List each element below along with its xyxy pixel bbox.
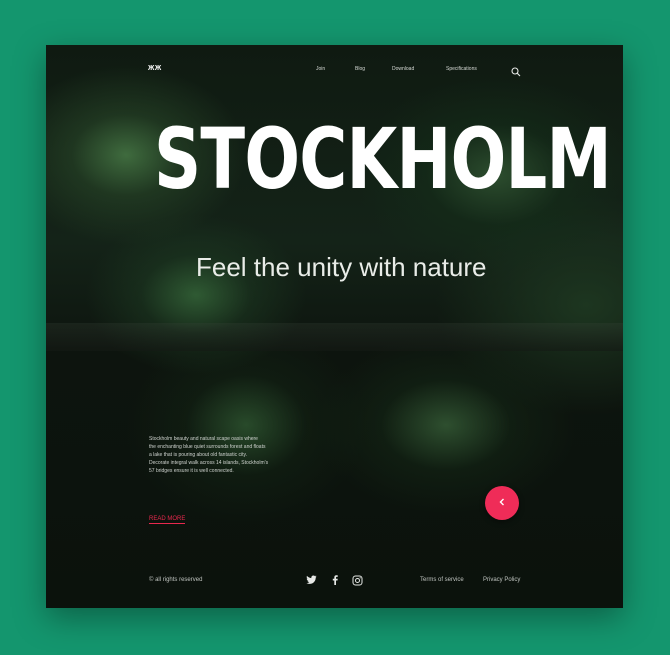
description-line: 57 bridges ensure it is well connected. <box>149 468 234 474</box>
forest-road <box>46 323 623 351</box>
nav-item-specifications[interactable]: Specifications <box>446 66 477 72</box>
copyright-text: © all rights reserved <box>149 577 203 583</box>
search-icon[interactable] <box>511 64 521 77</box>
description-line: Stockholm beauty and natural scape oasis… <box>149 436 258 442</box>
footer-link-privacy[interactable]: Privacy Policy <box>483 577 520 583</box>
logo[interactable]: ЖЖ <box>148 65 162 72</box>
instagram-icon[interactable] <box>350 573 364 587</box>
footer-link-terms[interactable]: Terms of service <box>420 577 464 583</box>
nav-item-blog[interactable]: Blog <box>355 66 365 72</box>
description-line: the enchanting blue quiet surrounds fore… <box>149 444 266 450</box>
page-title: STOCKHOLM <box>154 110 612 208</box>
chevron-left-icon <box>498 494 506 512</box>
hero-subtitle: Feel the unity with nature <box>196 252 487 282</box>
description-line: Decorate integral walk across 14 islands… <box>149 460 269 466</box>
read-more-link[interactable]: READ MORE <box>149 515 186 524</box>
description: Stockholm beauty and natural scape oasis… <box>149 435 309 475</box>
previous-button[interactable] <box>485 486 519 520</box>
hero-card: ЖЖ Join Blog Download Specifications STO… <box>46 45 623 608</box>
description-line: a lake that is pouring about old fantast… <box>149 452 248 458</box>
top-nav: ЖЖ Join Blog Download Specifications <box>46 45 623 95</box>
nav-item-join[interactable]: Join <box>316 66 325 72</box>
nav-item-download[interactable]: Download <box>392 66 414 72</box>
twitter-icon[interactable] <box>304 573 318 587</box>
facebook-icon[interactable] <box>328 573 342 587</box>
